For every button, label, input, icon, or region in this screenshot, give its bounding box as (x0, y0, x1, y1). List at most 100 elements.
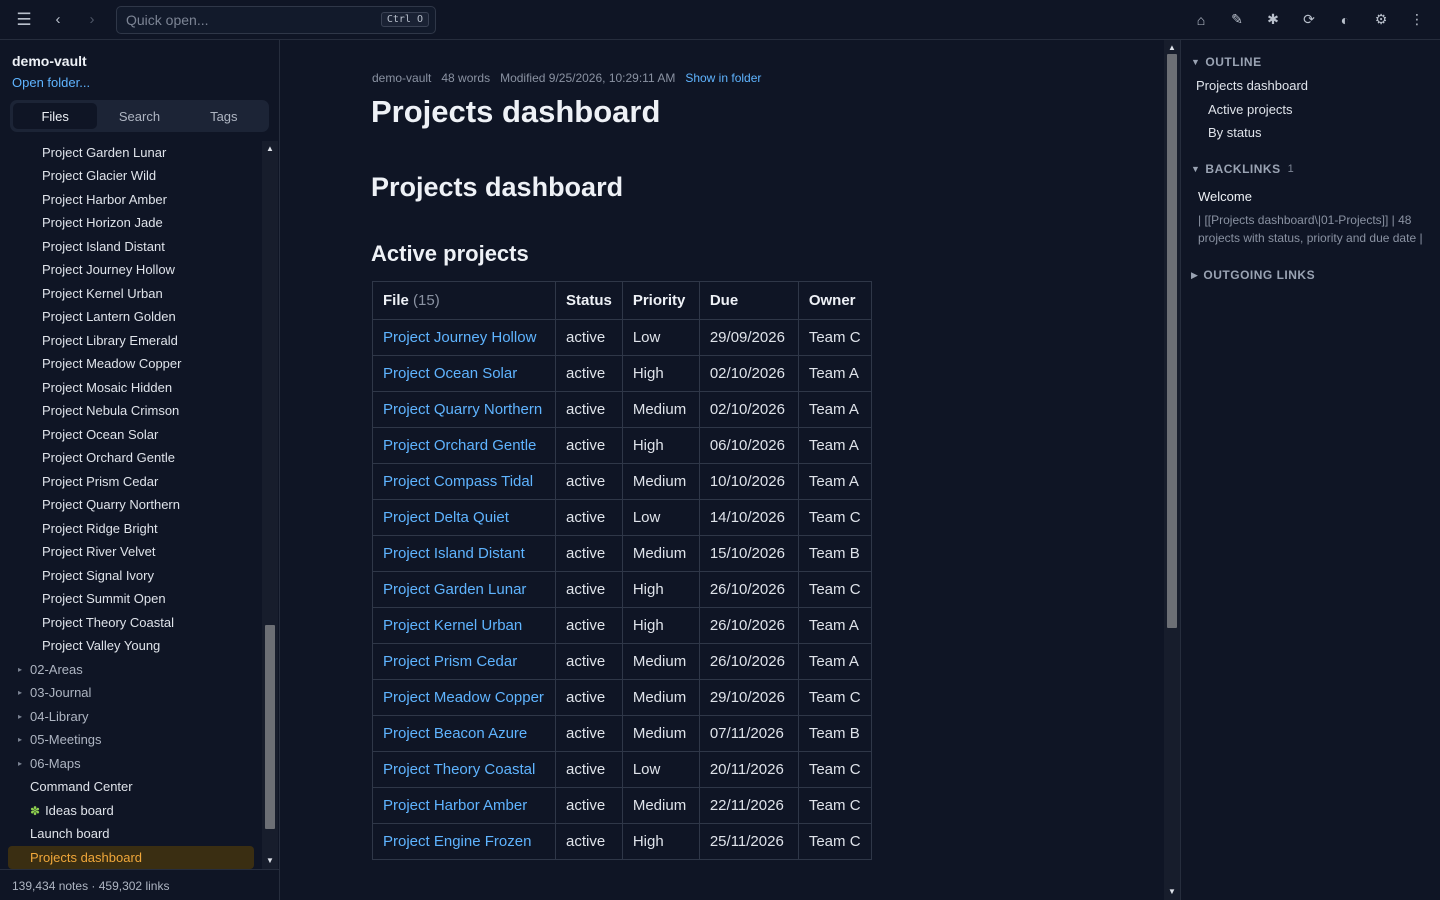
cell-file[interactable]: Project Garden Lunar (372, 571, 556, 608)
backlinks-header[interactable]: ▼ BACKLINKS 1 (1191, 162, 1294, 176)
file-label: Project River Velvet (42, 544, 156, 559)
contrast-icon[interactable]: ◐ (1328, 4, 1362, 36)
asterisk-icon[interactable]: ✱ (1256, 4, 1290, 36)
col-due[interactable]: Due (698, 281, 799, 320)
cell-file[interactable]: Project Journey Hollow (372, 319, 556, 356)
folder-item[interactable]: ▸ 04-Library (0, 705, 262, 728)
file-item[interactable]: Projects dashboard (8, 846, 254, 869)
tab-files[interactable]: Files (13, 103, 98, 129)
file-item[interactable]: Project River Velvet (0, 540, 262, 563)
tab-tags[interactable]: Tags (182, 103, 266, 129)
file-item[interactable]: Project Prism Cedar (0, 470, 262, 493)
file-item[interactable]: Project Horizon Jade (0, 211, 262, 234)
folder-item[interactable]: ▸ 03-Journal (0, 681, 262, 704)
sidebar-scroll-thumb[interactable] (265, 625, 275, 829)
vault-name: demo-vault (12, 53, 87, 69)
file-item[interactable]: Project Valley Young (0, 634, 262, 657)
col-status[interactable]: Status (555, 281, 623, 320)
cell-file[interactable]: Project Orchard Gentle (372, 427, 556, 464)
outgoing-links-header[interactable]: ▶ OUTGOING LINKS (1191, 268, 1315, 282)
cell-file[interactable]: Project Engine Frozen (372, 823, 556, 860)
back-icon[interactable]: ‹ (42, 4, 74, 36)
table-row: Project Delta Quiet active Low 14/10/2026 Te… (372, 499, 872, 536)
editor-scrollbar[interactable]: ▲ ▼ (1164, 40, 1180, 900)
file-item[interactable]: Project Theory Coastal (0, 611, 262, 634)
outline-header[interactable]: ▼ OUTLINE (1191, 55, 1262, 69)
backlink-title[interactable]: Welcome (1198, 189, 1252, 204)
col-priority[interactable]: Priority (621, 281, 700, 320)
file-item[interactable]: Project Harbor Amber (0, 188, 262, 211)
file-item[interactable]: ✽ Ideas board (0, 799, 262, 822)
file-item[interactable]: Project Journey Hollow (0, 258, 262, 281)
table-row: Project Ocean Solar active High 02/10/2026 T… (372, 355, 872, 392)
quick-open-input[interactable] (126, 11, 366, 28)
col-file[interactable]: File (15) (372, 281, 556, 320)
cell-file[interactable]: Project Prism Cedar (372, 643, 556, 680)
table-row: Project Quarry Northern active Medium 02/10… (372, 391, 872, 428)
scroll-down-icon[interactable]: ▼ (262, 853, 278, 867)
outline-item[interactable]: By status (1208, 125, 1261, 140)
cell-file[interactable]: Project Ocean Solar (372, 355, 556, 392)
sidebar-scrollbar[interactable]: ▲ ▼ (262, 141, 278, 869)
file-item[interactable]: Project Island Distant (0, 235, 262, 258)
cell-file[interactable]: Project Meadow Copper (372, 679, 556, 716)
pen-icon[interactable]: ✎ (1220, 4, 1254, 36)
folder-item[interactable]: ▸ 02-Areas (0, 658, 262, 681)
file-item[interactable]: Project Lantern Golden (0, 305, 262, 328)
cell-status: active (555, 427, 623, 464)
file-item[interactable]: Project Signal Ivory (0, 564, 262, 587)
table-row: Project Meadow Copper active Medium 29/10/2… (372, 679, 872, 716)
col-owner[interactable]: Owner (797, 281, 872, 320)
scroll-down-icon[interactable]: ▼ (1164, 884, 1180, 898)
cell-priority: Low (621, 499, 700, 536)
refresh-icon[interactable]: ⟳ (1292, 4, 1326, 36)
home-icon[interactable]: ⌂ (1184, 4, 1218, 36)
more-icon[interactable]: ⋮ (1400, 4, 1434, 36)
scroll-up-icon[interactable]: ▲ (262, 141, 278, 155)
cell-owner: Team A (797, 391, 872, 428)
tab-search[interactable]: Search (97, 103, 181, 129)
outline-item[interactable]: Active projects (1208, 102, 1293, 117)
open-folder-link[interactable]: Open folder... (12, 75, 90, 90)
show-in-folder-link[interactable]: Show in folder (685, 71, 761, 85)
outline-item[interactable]: Projects dashboard (1196, 78, 1308, 93)
file-item[interactable]: Project Orchard Gentle (0, 446, 262, 469)
cell-file[interactable]: Project Theory Coastal (372, 751, 556, 788)
folder-item[interactable]: ▸ 05-Meetings (0, 728, 262, 751)
file-item[interactable]: Project Nebula Crimson (0, 399, 262, 422)
file-item[interactable]: Project Glacier Wild (0, 164, 262, 187)
cell-file[interactable]: Project Compass Tidal (372, 463, 556, 500)
quick-open[interactable]: Ctrl O (116, 5, 436, 34)
folder-item[interactable]: ▸ 06-Maps (0, 752, 262, 775)
sidebar: demo-vault Open folder... Files Search Tag… (0, 40, 280, 900)
file-label: Project Summit Open (42, 591, 166, 606)
backlink-snippet: | [[Projects dashboard\|01-Projects]] | … (1198, 213, 1423, 245)
file-item[interactable]: Launch board (0, 822, 262, 845)
file-item[interactable]: Project Library Emerald (0, 329, 262, 352)
file-item[interactable]: Project Meadow Copper (0, 352, 262, 375)
forward-icon[interactable]: › (76, 4, 108, 36)
cell-owner: Team C (797, 499, 872, 536)
cell-status: active (555, 463, 623, 500)
file-item[interactable]: Project Ridge Bright (0, 517, 262, 540)
scroll-up-icon[interactable]: ▲ (1164, 40, 1180, 54)
file-item[interactable]: Project Summit Open (0, 587, 262, 610)
file-item[interactable]: Project Quarry Northern (0, 493, 262, 516)
file-item[interactable]: Project Kernel Urban (0, 282, 262, 305)
chevron-right-icon: ▸ (18, 688, 23, 697)
file-label: Project Prism Cedar (42, 474, 159, 489)
cell-file[interactable]: Project Harbor Amber (372, 787, 556, 824)
file-label: 06-Maps (30, 756, 81, 771)
cell-file[interactable]: Project Quarry Northern (372, 391, 556, 428)
file-item[interactable]: Project Ocean Solar (0, 423, 262, 446)
cell-file[interactable]: Project Delta Quiet (372, 499, 556, 536)
menu-icon[interactable]: ☰ (8, 4, 40, 36)
cell-file[interactable]: Project Kernel Urban (372, 607, 556, 644)
file-item[interactable]: Project Mosaic Hidden (0, 376, 262, 399)
cell-file[interactable]: Project Island Distant (372, 535, 556, 572)
editor-scroll-thumb[interactable] (1167, 54, 1177, 628)
file-item[interactable]: Project Garden Lunar (0, 141, 262, 164)
gear-icon[interactable]: ⚙ (1364, 4, 1398, 36)
file-item[interactable]: Command Center (0, 775, 262, 798)
cell-file[interactable]: Project Beacon Azure (372, 715, 556, 752)
